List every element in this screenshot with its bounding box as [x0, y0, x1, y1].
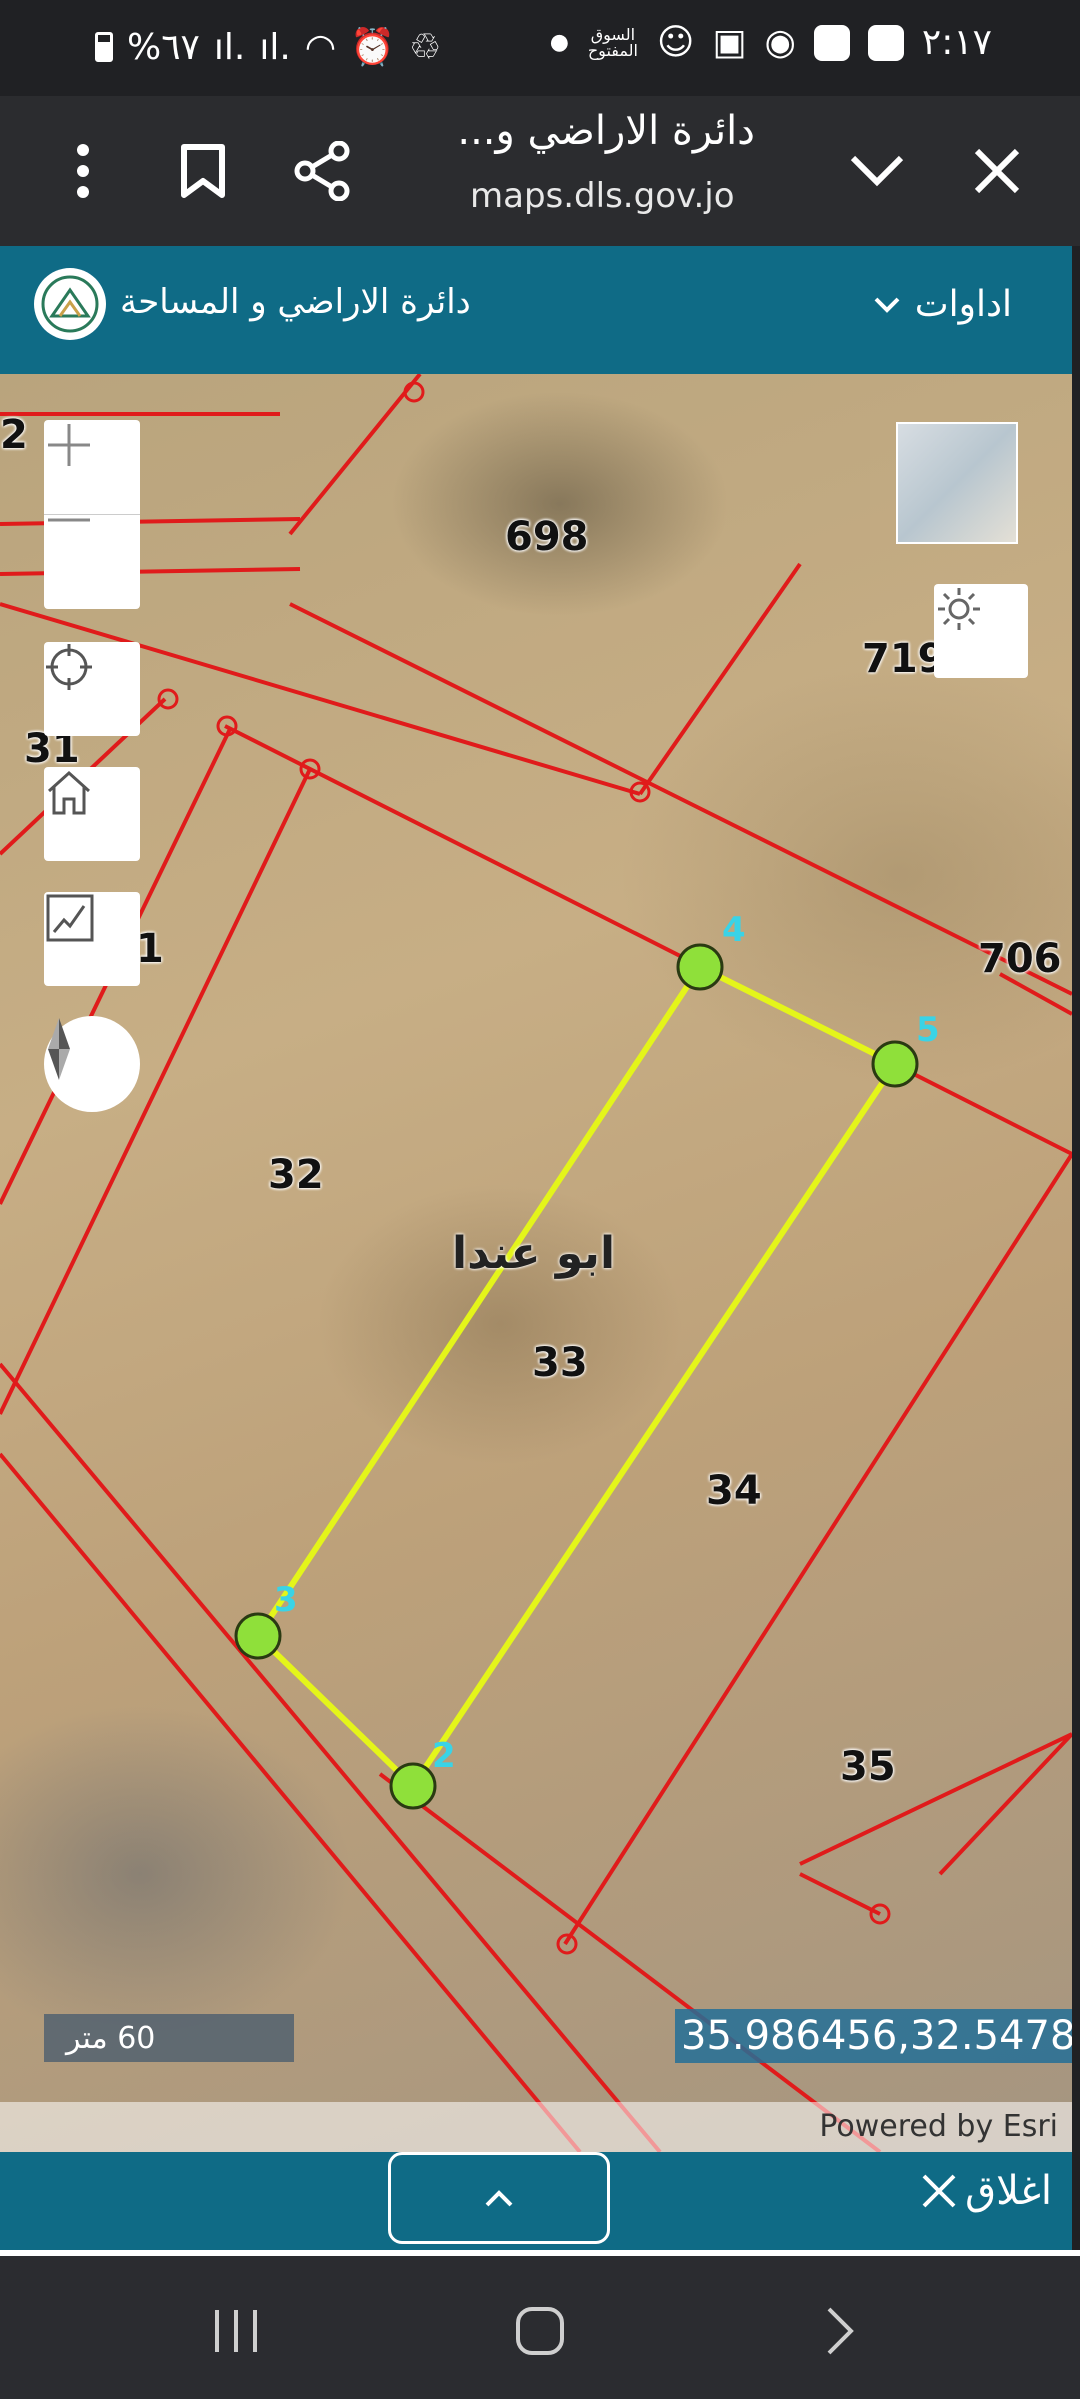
chevron-down-icon[interactable] — [842, 136, 912, 206]
vertex-label: 4 — [722, 910, 746, 950]
vertex-label: 5 — [916, 1010, 940, 1050]
esri-attribution[interactable]: Powered by Esri — [0, 2102, 1072, 2152]
minus-icon — [48, 518, 90, 522]
app-icon — [813, 24, 850, 61]
parcel-label: 34 — [706, 1468, 762, 1514]
vertex-3 — [234, 1612, 282, 1660]
scale-bar: 60 متر — [44, 2014, 294, 2062]
app-icon-2 — [867, 24, 904, 61]
home-nav-icon[interactable] — [500, 2296, 580, 2366]
area-name-label: ابو عندا — [452, 1228, 616, 1279]
vertex-4 — [676, 943, 724, 991]
parcel-label: 32 — [268, 1152, 324, 1198]
locate-button[interactable] — [44, 642, 140, 736]
recycle-icon: ♲ — [409, 26, 442, 68]
close-panel-button[interactable]: اغلاق — [919, 2168, 1052, 2214]
map-view[interactable]: 698 719 706 32 33 34 35 31 1 2 ابو عندا … — [0, 374, 1072, 2152]
brightness-button[interactable] — [934, 584, 1028, 678]
back-nav-icon[interactable] — [800, 2296, 880, 2366]
media-icon: ▣ — [712, 22, 747, 63]
close-panel-label: اغلاق — [965, 2168, 1052, 2214]
basemap-toggle[interactable] — [896, 422, 1018, 544]
map-measure-icon — [46, 894, 94, 942]
bottom-panel: اغلاق — [0, 2152, 1072, 2250]
clock-time: ٢:١٧ — [921, 22, 992, 63]
site-brand-name: دائرة الاراضي و المساحة — [120, 282, 471, 322]
browser-toolbar: دائرة الاراضي و... maps.dls.gov.jo — [0, 96, 1080, 246]
status-bar: %٦٧ ıl. ıl. ◠ ⏰ ♲ ● السوق المفتوح ☺ ▣ ◉ … — [0, 0, 1080, 96]
parcel-label: 1 — [136, 926, 164, 972]
system-nav-bar — [0, 2256, 1080, 2399]
page-url[interactable]: maps.dls.gov.jo — [470, 176, 735, 216]
close-icon — [922, 2174, 956, 2208]
parcel-label: 719 — [862, 636, 946, 682]
tools-menu[interactable]: اداوات — [873, 284, 1012, 325]
bookmark-icon[interactable] — [168, 136, 238, 206]
tools-label: اداوات — [914, 284, 1012, 325]
close-icon[interactable] — [962, 136, 1032, 206]
zoom-in-button[interactable] — [44, 420, 140, 515]
status-left: %٦٧ ıl. ıl. ◠ ⏰ ♲ — [95, 26, 441, 68]
parcel-label: 35 — [840, 1744, 896, 1790]
vertex-5 — [871, 1040, 919, 1088]
coordinates-readout: 35.986456,32.5478 — [675, 2009, 1072, 2063]
signal-icon: ıl. — [213, 26, 246, 68]
plus-icon — [48, 424, 90, 466]
measure-button[interactable] — [44, 892, 140, 986]
chrome-icon: ◉ — [764, 22, 796, 63]
more-options-icon[interactable] — [48, 136, 118, 206]
share-icon[interactable] — [288, 136, 358, 206]
vertex-2 — [389, 1762, 437, 1810]
chevron-up-icon — [485, 2190, 513, 2207]
recent-apps-icon[interactable] — [196, 2296, 276, 2366]
status-right: ● السوق المفتوح ☺ ▣ ◉ ٢:١٧ — [550, 22, 992, 63]
compass-button[interactable] — [44, 1016, 140, 1112]
dls-logo[interactable] — [34, 268, 106, 340]
store-app-icon: السوق المفتوح — [587, 24, 638, 60]
parcel-label: 698 — [505, 514, 589, 560]
chevron-down-icon — [874, 297, 900, 313]
wifi-icon: ◠ — [304, 26, 337, 68]
home-button[interactable] — [44, 767, 140, 861]
expand-panel-button[interactable] — [388, 2152, 610, 2244]
crosshair-icon — [46, 644, 92, 690]
dot-icon: ● — [549, 30, 569, 55]
vertex-label: 3 — [274, 1580, 298, 1620]
alarm-icon: ⏰ — [350, 27, 396, 68]
page-title: دائرة الاراضي و... — [457, 108, 755, 154]
parcel-label: 2 — [0, 412, 28, 458]
vertex-label: 2 — [432, 1736, 456, 1776]
parcel-label: 706 — [978, 936, 1062, 982]
person-icon: ☺ — [656, 22, 695, 63]
signal-icon-2: ıl. — [259, 26, 291, 68]
battery-text: %٦٧ — [127, 26, 200, 68]
compass-icon — [48, 1018, 70, 1080]
zoom-out-button[interactable] — [44, 515, 140, 609]
parcel-label: 33 — [532, 1340, 588, 1386]
site-header: دائرة الاراضي و المساحة اداوات — [0, 246, 1072, 374]
home-icon — [47, 770, 91, 815]
battery-icon — [95, 32, 113, 62]
sun-icon — [938, 588, 980, 630]
